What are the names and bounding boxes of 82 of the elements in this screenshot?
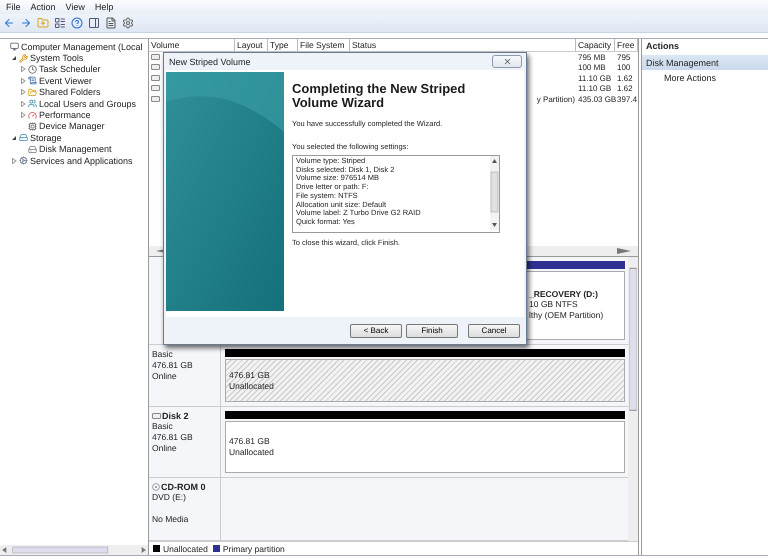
disk-info: DVD (E:)	[152, 492, 186, 502]
table-cell: 435.03 GB	[578, 94, 616, 104]
column-header[interactable]: File System	[298, 39, 350, 51]
column-header[interactable]: Status	[350, 39, 576, 51]
legend-label: Unallocated	[163, 544, 208, 554]
partition[interactable]: 476.81 GB Unallocated	[225, 358, 625, 402]
tree-item[interactable]: Computer Management (Local	[21, 42, 143, 52]
log-icon	[28, 76, 37, 86]
folder-icon	[28, 88, 37, 97]
expander-icon[interactable]	[11, 55, 17, 62]
disk-info: Basic	[152, 348, 173, 359]
wizard-heading: Completing the New Striped Volume Wizard	[292, 82, 466, 110]
menu-item[interactable]: View	[62, 2, 89, 12]
disk-info: Basic	[152, 421, 173, 432]
column-header[interactable]: Type	[268, 39, 298, 51]
chip-icon	[28, 122, 37, 131]
disc-icon	[152, 483, 160, 492]
dialog-title: New Striped Volume	[169, 56, 251, 66]
table-cell: y Partition)	[536, 94, 575, 104]
tree-item[interactable]: Disk Management	[39, 144, 112, 154]
tree-item[interactable]: Performance	[39, 110, 91, 120]
column-header[interactable]: Free	[615, 39, 638, 51]
horizontal-scrollbar[interactable]	[0, 545, 148, 555]
tree-item[interactable]: System Tools	[30, 53, 84, 64]
tree-item[interactable]: Shared Folders	[39, 87, 101, 98]
actions-title: Actions	[645, 40, 680, 53]
dialog-button[interactable]: Finish	[406, 324, 458, 338]
tree-item[interactable]: Event Viewer	[39, 76, 92, 86]
vertical-scrollbar[interactable]	[490, 156, 499, 230]
table-cell: 795 MB	[578, 52, 606, 62]
close-icon	[502, 57, 512, 66]
actions-pane-entry[interactable]: More Actions	[642, 70, 768, 85]
disk-info: 476.81 GB	[152, 360, 193, 370]
computer-icon	[10, 42, 19, 52]
tree-item[interactable]: Task Scheduler	[39, 64, 101, 74]
partition[interactable]: 476.81 GB Unallocated	[225, 421, 625, 474]
table-cell: 100 MB	[578, 63, 606, 72]
drive-icon	[19, 133, 28, 142]
back-icon[interactable]	[2, 16, 16, 30]
clock-icon	[28, 64, 37, 74]
actions-pane-entry[interactable]: Disk Management	[642, 55, 768, 70]
vertical-scrollbar[interactable]	[628, 257, 638, 541]
tree-item[interactable]: Storage	[30, 132, 62, 143]
disk-info: 476.81 GB	[152, 432, 193, 442]
close-button[interactable]	[492, 55, 522, 68]
expander-icon[interactable]	[11, 134, 17, 141]
menu-item[interactable]: Help	[90, 2, 118, 12]
table-cell: 1.62	[617, 84, 633, 94]
panel-icon[interactable]	[87, 16, 101, 30]
users-icon	[28, 99, 37, 108]
tree-item[interactable]: Local Users and Groups	[39, 98, 136, 109]
disk-info: Online	[152, 370, 177, 381]
table-cell: 11.10 GB	[578, 84, 612, 94]
column-header[interactable]: Layout	[235, 39, 268, 51]
column-header[interactable]: Volume	[149, 39, 235, 51]
table-cell: 795	[617, 52, 630, 62]
table-cell: 1.62	[617, 74, 633, 83]
wrench-icon	[19, 54, 28, 63]
menu-item[interactable]: File	[2, 2, 25, 12]
drive-icon	[28, 144, 37, 154]
menu-item[interactable]: Action	[26, 2, 60, 12]
gauge-icon	[28, 110, 37, 120]
table-cell: 397.4	[617, 94, 638, 104]
dialog-button[interactable]: < Back	[350, 324, 402, 338]
partition[interactable]: _RECOVERY (D:) 10 GB NTFS lthy (OEM Partition)	[525, 271, 625, 340]
tree-item[interactable]: Device Manager	[39, 121, 105, 132]
legend-label: Primary partition	[222, 544, 285, 554]
list-panel-icon[interactable]	[53, 16, 67, 30]
tree-item[interactable]: Services and Applications	[30, 156, 133, 166]
document-icon[interactable]	[104, 16, 118, 30]
table-cell: 100	[617, 63, 630, 72]
settings-icon[interactable]	[121, 16, 135, 30]
forward-icon[interactable]	[19, 16, 33, 30]
disk-name: Disk 2	[162, 411, 189, 422]
disk-name: CD-ROM 0	[161, 482, 206, 492]
help-icon[interactable]	[70, 16, 84, 30]
disk-info: Online	[152, 443, 177, 454]
disk-info: No Media	[152, 514, 188, 524]
gear-icon	[19, 156, 28, 166]
column-header[interactable]: Capacity	[576, 39, 615, 51]
table-cell: 11.10 GB	[578, 74, 612, 83]
dialog-button[interactable]: Cancel	[468, 324, 520, 338]
